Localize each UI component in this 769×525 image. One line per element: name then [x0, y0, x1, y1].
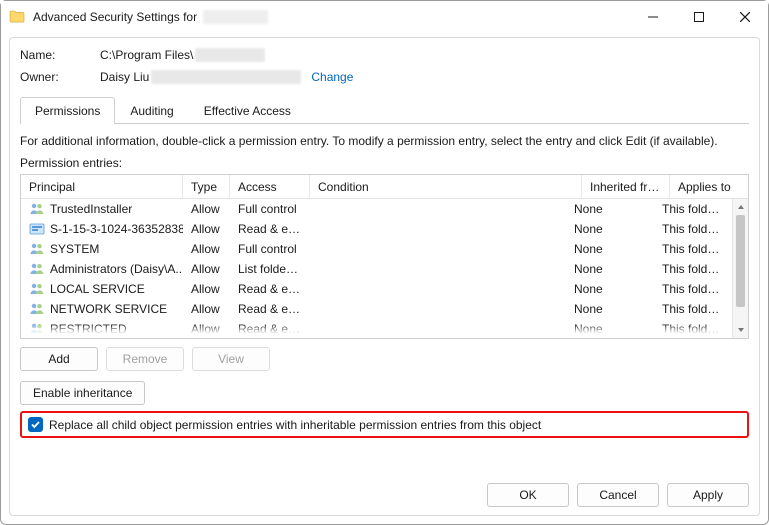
col-inherited[interactable]: Inherited from [582, 175, 670, 199]
table-row[interactable]: S-1-15-3-1024-36352838...AllowRead & ex.… [21, 219, 732, 239]
name-value: C:\Program Files\ [100, 48, 193, 62]
redacted-owner-suffix [151, 70, 301, 84]
entry-buttons-row: Add Remove View [20, 347, 749, 371]
tab-effective-access[interactable]: Effective Access [189, 97, 306, 124]
scroll-up-icon[interactable] [733, 199, 748, 215]
principal-name: SYSTEM [50, 242, 99, 256]
col-access[interactable]: Access [230, 175, 310, 199]
principal-name: RESTRICTED [50, 322, 127, 336]
cell-access: Full control [230, 242, 310, 256]
tabstrip: Permissions Auditing Effective Access [20, 96, 749, 124]
principal-icon [29, 302, 45, 316]
cell-type: Allow [183, 222, 230, 236]
check-icon [30, 419, 41, 430]
cell-applies: This folder,... [654, 282, 732, 296]
replace-children-checkbox[interactable] [28, 417, 43, 432]
add-button[interactable]: Add [20, 347, 98, 371]
cell-type: Allow [183, 302, 230, 316]
replace-children-label: Replace all child object permission entr… [49, 418, 541, 432]
cell-inherited: None [566, 242, 654, 256]
change-owner-link[interactable]: Change [311, 70, 353, 84]
remove-button[interactable]: Remove [106, 347, 184, 371]
owner-row: Owner: Daisy Liu Change [20, 70, 749, 84]
table-row[interactable]: LOCAL SERVICE AllowRead & ex... NoneThis f… [21, 279, 732, 299]
scroll-down-icon[interactable] [733, 322, 748, 338]
close-button[interactable] [722, 1, 768, 33]
cell-type: Allow [183, 262, 230, 276]
redacted-title-suffix [203, 10, 268, 24]
principal-icon [29, 262, 45, 276]
enable-inheritance-button[interactable]: Enable inheritance [20, 381, 145, 405]
col-applies[interactable]: Applies to [670, 175, 748, 199]
apply-button[interactable]: Apply [667, 483, 749, 507]
enable-inheritance-row: Enable inheritance [20, 381, 749, 405]
permission-entries-label: Permission entries: [20, 156, 749, 170]
principal-icon [29, 242, 45, 256]
table-row[interactable]: SYSTEM AllowFull control NoneThis folder,.… [21, 239, 732, 259]
name-row: Name: C:\Program Files\ [20, 48, 749, 62]
cell-type: Allow [183, 202, 230, 216]
col-principal[interactable]: Principal [21, 175, 183, 199]
principal-icon [29, 222, 45, 236]
table-row[interactable]: Administrators (Daisy\A...AllowList fold… [21, 259, 732, 279]
maximize-button[interactable] [676, 1, 722, 33]
principal-name: S-1-15-3-1024-36352838... [50, 222, 183, 236]
cell-access: Read & ex... [230, 222, 310, 236]
owner-value: Daisy Liu [100, 70, 149, 84]
replace-children-highlight: Replace all child object permission entr… [20, 411, 749, 438]
folder-icon [9, 9, 25, 25]
cell-access: Read & ex... [230, 282, 310, 296]
main-panel: Name: C:\Program Files\ Owner: Daisy Liu… [9, 37, 760, 516]
scroll-thumb[interactable] [736, 215, 745, 307]
view-button[interactable]: View [192, 347, 270, 371]
cell-applies: This folder,... [654, 322, 732, 336]
cell-access: Read & ex... [230, 302, 310, 316]
minimize-button[interactable] [630, 1, 676, 33]
redacted-path-suffix [195, 48, 265, 62]
cell-access: List folder ... [230, 262, 310, 276]
cell-type: Allow [183, 242, 230, 256]
cell-inherited: None [566, 222, 654, 236]
col-condition[interactable]: Condition [310, 175, 582, 199]
cell-inherited: None [566, 262, 654, 276]
principal-icon [29, 322, 45, 336]
info-text: For additional information, double-click… [20, 134, 749, 148]
cell-type: Allow [183, 282, 230, 296]
cell-type: Allow [183, 322, 230, 336]
cell-inherited: None [566, 202, 654, 216]
tab-auditing[interactable]: Auditing [115, 97, 188, 124]
table-header: Principal Type Access Condition Inherite… [21, 175, 748, 199]
titlebar: Advanced Security Settings for [1, 1, 768, 33]
table-row[interactable]: RESTRICTED AllowRead & ex... NoneThis fold… [21, 319, 732, 338]
principal-name: LOCAL SERVICE [50, 282, 145, 296]
table-body: TrustedInstallerAllowFull controlNoneThi… [21, 199, 732, 338]
cell-applies: This folder ... [654, 262, 732, 276]
cell-applies: This folder,... [654, 242, 732, 256]
vertical-scrollbar[interactable] [732, 199, 748, 338]
cell-access: Full control [230, 202, 310, 216]
window-title: Advanced Security Settings for [33, 10, 197, 24]
tab-permissions[interactable]: Permissions [20, 97, 115, 124]
dialog-footer: OK Cancel Apply [20, 473, 749, 507]
cell-inherited: None [566, 282, 654, 296]
principal-name: NETWORK SERVICE [50, 302, 167, 316]
principal-icon [29, 282, 45, 296]
col-type[interactable]: Type [183, 175, 230, 199]
principal-name: Administrators (Daisy\A... [50, 262, 183, 276]
table-row[interactable]: TrustedInstaller AllowFull control NoneThi… [21, 199, 732, 219]
name-label: Name: [20, 48, 100, 62]
ok-button[interactable]: OK [487, 483, 569, 507]
cell-applies: This folder,... [654, 202, 732, 216]
cancel-button[interactable]: Cancel [577, 483, 659, 507]
principal-name: TrustedInstaller [50, 202, 132, 216]
principal-icon [29, 202, 45, 216]
table-row[interactable]: NETWORK SERVICE AllowRead & ex... NoneThis… [21, 299, 732, 319]
cell-applies: This folder,... [654, 302, 732, 316]
cell-inherited: None [566, 302, 654, 316]
cell-access: Read & ex... [230, 322, 310, 336]
cell-applies: This folder,... [654, 222, 732, 236]
cell-inherited: None [566, 322, 654, 336]
owner-label: Owner: [20, 70, 100, 84]
permission-entries-table: Principal Type Access Condition Inherite… [20, 174, 749, 339]
